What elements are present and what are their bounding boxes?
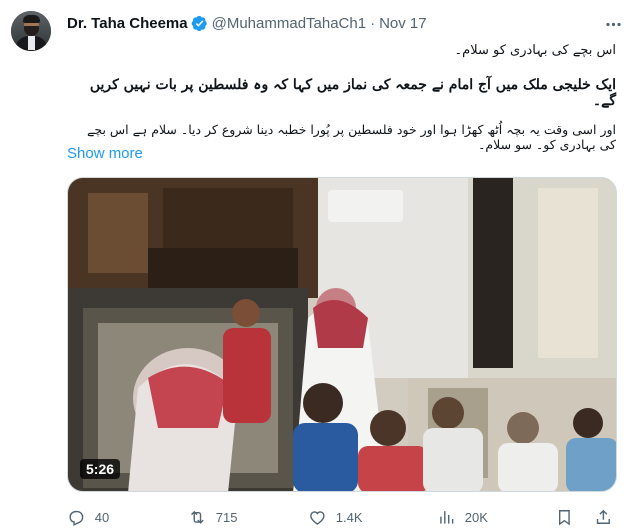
tweet-card[interactable]: Dr. Taha Cheema @MuhammadTahaCh1 · Nov 1… [0, 0, 637, 529]
views-button[interactable]: 20K [437, 508, 488, 527]
tweet-text-line: اس بچے کی بہادری کو سلام۔ [454, 43, 616, 58]
like-count: 1.4K [335, 509, 363, 525]
share-button[interactable] [594, 508, 613, 527]
video-frame [68, 178, 616, 491]
views-chart-icon [440, 510, 454, 524]
retweet-icon [191, 510, 204, 524]
tweet-header: Dr. Taha Cheema @MuhammadTahaCh1 · Nov 1… [67, 13, 427, 33]
reply-icon [69, 510, 84, 526]
video-duration: 5:26 [80, 459, 121, 479]
views-count: 20K [464, 509, 488, 525]
tweet-text-line: اور اسی وقت یہ بچہ اُٹھ کھڑا ہوا اور خود… [87, 122, 616, 152]
reply-count: 40 [94, 509, 110, 525]
action-bar: 40 715 1.4K 20K [67, 505, 617, 529]
author-handle[interactable]: @MuhammadTahaCh1 [212, 15, 366, 32]
more-dots-icon [605, 22, 621, 26]
video-player[interactable]: 5:26 [67, 177, 617, 492]
retweet-button[interactable]: 715 [188, 508, 237, 527]
bookmark-icon [558, 509, 570, 525]
reply-button[interactable]: 40 [67, 508, 109, 527]
verified-badge-icon [191, 15, 207, 31]
more-button[interactable] [603, 14, 623, 34]
tweet-date[interactable]: Nov 17 [379, 15, 427, 32]
separator: · [370, 14, 376, 32]
author-name[interactable]: Dr. Taha Cheema [67, 15, 188, 32]
share-icon [596, 509, 610, 524]
bookmark-button[interactable] [555, 508, 574, 527]
show-more-link[interactable]: Show more [67, 145, 143, 162]
heart-icon [310, 510, 325, 525]
like-button[interactable]: 1.4K [308, 508, 363, 527]
avatar[interactable] [11, 11, 51, 51]
retweet-count: 715 [215, 509, 238, 525]
tweet-text-line: ایک خلیجی ملک میں آج امام نے جمعہ کی نما… [89, 77, 616, 109]
